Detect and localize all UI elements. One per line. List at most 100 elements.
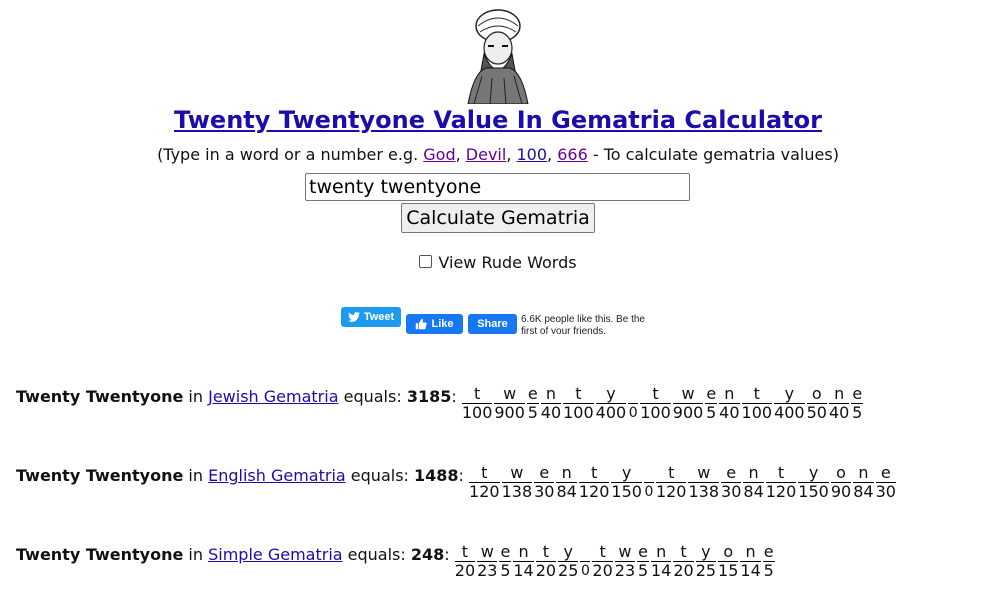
letter-char: y: [774, 385, 805, 404]
letter-value-cell: o 15: [718, 543, 739, 580]
letter-char: t: [469, 464, 500, 483]
facebook-like-count-text: 6.6K people like this. Be the first of y…: [521, 314, 645, 334]
letter-value-cell: t 120: [578, 464, 610, 501]
in-text: in: [188, 466, 204, 485]
letter-number: 30: [875, 482, 896, 501]
view-rude-words-option[interactable]: View Rude Words: [0, 253, 996, 272]
instructions-text: (Type in a word or a number e.g. God, De…: [157, 145, 839, 164]
letter-char: n: [743, 464, 764, 483]
letter-value-cell: 0: [628, 385, 639, 422]
letter-number: 14: [650, 561, 672, 580]
letter-value-cell: t 100: [640, 385, 671, 422]
calculate-gematria-button[interactable]: Calculate Gematria: [401, 203, 595, 233]
letter-char: e: [637, 542, 649, 562]
title-link[interactable]: Twenty Twentyone Value In Gematria Calcu…: [174, 106, 822, 134]
letter-char: t: [640, 385, 671, 404]
simple-gematria-link[interactable]: Simple Gematria: [208, 545, 342, 564]
letter-char: w: [494, 385, 525, 404]
letter-number: 5: [527, 403, 538, 422]
letter-char: t: [578, 464, 610, 483]
letter-value-cell: e 30: [721, 464, 742, 501]
letter-char: y: [595, 385, 627, 404]
letter-value-cell: y 150: [798, 464, 829, 501]
letter-char: y: [611, 464, 642, 483]
instructions-suffix: - To calculate gematria values): [592, 145, 839, 164]
letter-number: 150: [611, 482, 642, 501]
english-gematria-link[interactable]: English Gematria: [208, 466, 346, 485]
letter-breakdown: t 20 w 23 e 5 n 14 t 20 y 25 0 t 20 w 23 e 5 n 14 t 20 y 25 o 15 n…: [454, 543, 777, 580]
gematria-search-input[interactable]: [305, 173, 690, 201]
letter-number: 900: [672, 403, 704, 422]
letter-value-cell: w 23: [614, 543, 636, 580]
letter-number: 90: [830, 482, 852, 501]
letter-number: 23: [614, 561, 636, 580]
letter-value-cell: w 900: [672, 385, 704, 422]
example-link-devil[interactable]: Devil: [466, 145, 507, 164]
letter-char: t: [454, 543, 476, 562]
letter-value-cell: y 400: [774, 385, 805, 422]
letter-value-cell: e5: [851, 385, 864, 422]
jewish-gematria-link[interactable]: Jewish Gematria: [208, 387, 338, 406]
letter-char: t: [673, 543, 694, 562]
letter-char: w: [477, 543, 498, 562]
letter-char: e: [526, 384, 539, 404]
letter-value-cell: n 84: [743, 464, 764, 501]
example-link-100[interactable]: 100: [516, 145, 547, 164]
in-text: in: [188, 545, 204, 564]
tweet-label: Tweet: [363, 311, 395, 323]
letter-number: 14: [513, 561, 534, 580]
letter-number: 20: [592, 561, 613, 580]
letter-char: t: [535, 543, 557, 562]
letter-number: 40: [719, 403, 740, 422]
letter-number: 20: [454, 561, 476, 580]
letter-number: 120: [655, 482, 687, 501]
letter-char: e: [875, 464, 896, 483]
letter-value-cell: t 100: [461, 385, 493, 422]
letter-number: 120: [765, 482, 797, 501]
letter-value-cell: n 40: [719, 385, 740, 422]
letter-value-cell: e5: [499, 543, 512, 580]
rude-words-label: View Rude Words: [438, 253, 577, 272]
result-row-jewish: Twenty Twentyone in Jewish Gematria equa…: [16, 385, 865, 422]
letter-value-cell: e5: [705, 385, 718, 422]
facebook-like-button[interactable]: Like: [406, 314, 463, 334]
letter-number: 30: [534, 482, 555, 501]
letter-number: 900: [494, 403, 525, 422]
letter-value-cell: t 20: [535, 543, 557, 580]
example-link-666[interactable]: 666: [557, 145, 588, 164]
letter-char: n: [556, 464, 577, 483]
letter-value-cell: e5: [637, 543, 649, 580]
letter-number: 25: [695, 561, 717, 580]
letter-value-cell: t 120: [655, 464, 687, 501]
letter-number: 15: [718, 561, 739, 580]
facebook-share-button[interactable]: Share: [468, 314, 517, 334]
result-total: 3185: [406, 387, 452, 406]
letter-value-cell: t 20: [673, 543, 694, 580]
page-title: Twenty Twentyone Value In Gematria Calcu…: [0, 106, 996, 134]
letter-char: w: [614, 543, 636, 562]
tweet-button[interactable]: Tweet: [341, 307, 401, 327]
letter-number: 150: [798, 482, 829, 501]
letter-number: 100: [741, 403, 773, 422]
letter-number: 0: [628, 405, 638, 421]
result-label: Twenty Twentyone in English Gematria equ…: [16, 466, 464, 485]
letter-value-cell: y 25: [695, 543, 717, 580]
letter-number: 40: [540, 403, 562, 422]
share-label: Share: [477, 318, 508, 330]
equals-text: equals:: [350, 466, 409, 485]
letter-number: 84: [556, 482, 577, 501]
letter-number: 5: [637, 561, 649, 580]
rude-words-checkbox[interactable]: [419, 255, 433, 268]
letter-char: o: [830, 464, 852, 483]
result-row-english: Twenty Twentyone in English Gematria equ…: [16, 464, 898, 501]
letter-number: 5: [852, 403, 863, 422]
example-link-god[interactable]: God: [423, 145, 455, 164]
letter-char: y: [695, 543, 717, 562]
letter-value-cell: e 30: [534, 464, 555, 501]
letter-value-cell: n 14: [513, 543, 534, 580]
letter-number: 100: [640, 403, 671, 422]
letter-value-cell: w 138: [688, 464, 720, 501]
thumbs-up-icon: [416, 318, 428, 330]
letter-number: 23: [477, 561, 498, 580]
letter-char: t: [741, 385, 773, 404]
